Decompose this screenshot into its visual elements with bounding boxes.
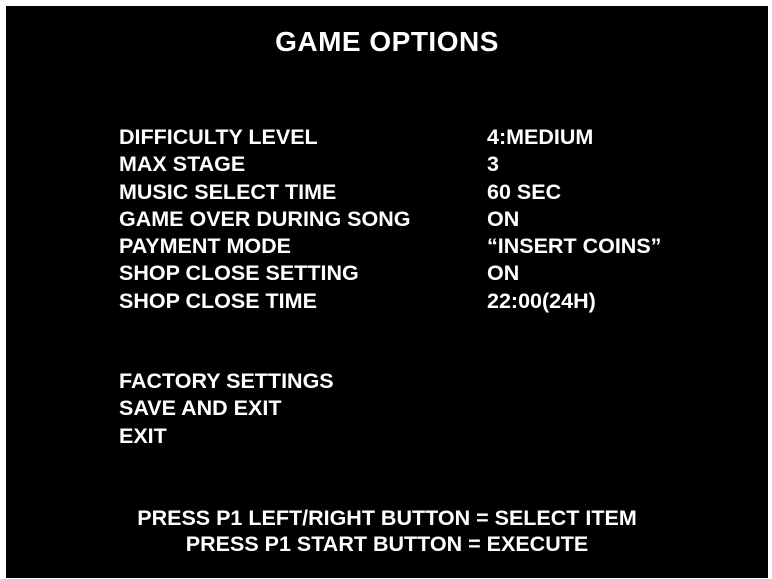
instruction-execute: PRESS P1 START BUTTON = EXECUTE: [185, 532, 589, 556]
instruction-select: PRESS P1 LEFT/RIGHT BUTTON = SELECT ITEM: [137, 506, 637, 530]
option-label: SHOP CLOSE SETTING: [119, 261, 359, 286]
option-label: PAYMENT MODE: [119, 234, 292, 259]
option-value: 3: [487, 152, 499, 177]
option-label: SHOP CLOSE TIME: [119, 288, 317, 313]
option-value: ON: [487, 261, 520, 286]
option-label: MAX STAGE: [119, 152, 246, 177]
actions-list: FACTORY SETTINGS SAVE AND EXIT EXIT: [119, 368, 334, 450]
option-value: “INSERT COINS”: [487, 234, 662, 259]
option-value: 60 SEC: [487, 179, 562, 204]
option-value: 4:MEDIUM: [487, 125, 594, 149]
option-label: DIFFICULTY LEVEL: [119, 125, 318, 149]
factory-settings-button[interactable]: FACTORY SETTINGS: [119, 368, 334, 395]
exit-button[interactable]: EXIT: [119, 423, 334, 450]
option-label: GAME OVER DURING SONG: [119, 206, 411, 231]
option-label: MUSIC SELECT TIME: [119, 179, 337, 204]
screen-title: GAME OPTIONS: [275, 26, 499, 57]
option-value: ON: [487, 206, 520, 231]
instructions: PRESS P1 LEFT/RIGHT BUTTON = SELECT ITEM…: [6, 505, 768, 557]
option-value: 22:00(24H): [487, 288, 596, 313]
game-options-screen: GAME OPTIONS DIFFICULTY LEVEL 4:MEDIUM M…: [6, 6, 768, 578]
save-and-exit-button[interactable]: SAVE AND EXIT: [119, 395, 334, 422]
